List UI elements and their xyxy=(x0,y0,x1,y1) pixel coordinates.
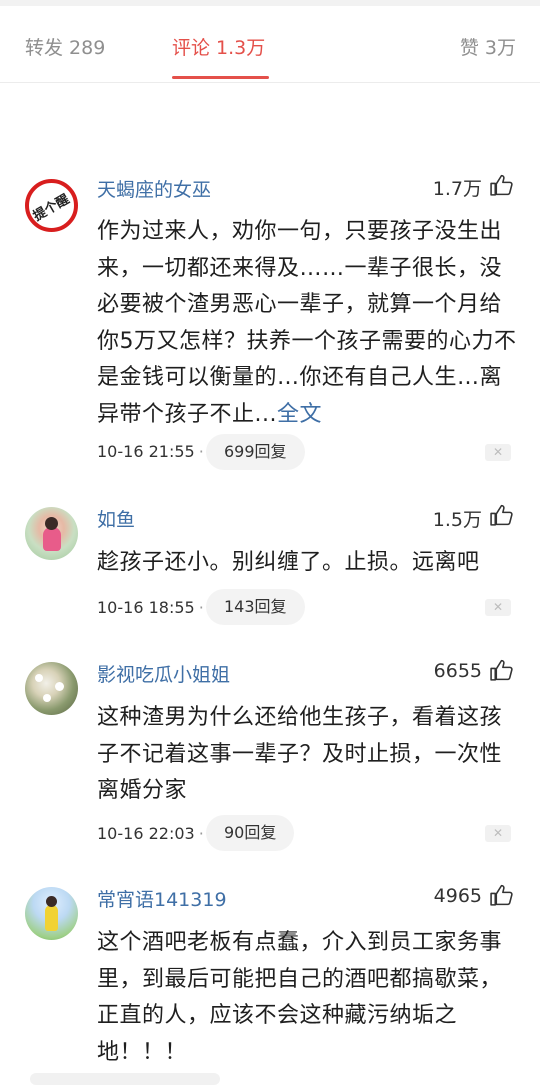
avatar[interactable] xyxy=(25,507,78,560)
comment-text: 趁孩子还小。别纠缠了。止损。远离吧 xyxy=(97,550,480,575)
comment-time: 10-16 21:55 · xyxy=(97,442,204,461)
avatar-flower xyxy=(43,694,51,702)
tab-bar: 转发 289 评论 1.3万 赞 3万 xyxy=(0,6,540,83)
close-icon[interactable]: ✕ xyxy=(485,825,511,842)
thumbs-up-icon[interactable] xyxy=(489,173,514,198)
comment-time-text: 10-16 21:55 xyxy=(97,442,195,461)
avatar-figure xyxy=(43,527,61,551)
tab-comments[interactable]: 评论 1.3万 xyxy=(172,33,265,60)
comment-time-text: 10-16 18:55 xyxy=(97,598,195,617)
avatar-text: 提个醒 xyxy=(30,191,73,225)
comment-username[interactable]: 如鱼 xyxy=(97,505,135,532)
reply-count-button[interactable]: 90回复 xyxy=(206,815,295,851)
comment-time-text: 10-16 22:03 xyxy=(97,824,195,843)
comment-like-count: 4965 xyxy=(433,885,482,907)
comment-like-count: 1.7万 xyxy=(432,178,482,200)
reply-count-button[interactable]: 143回复 xyxy=(206,589,305,625)
reply-count-button[interactable]: 699回复 xyxy=(206,434,305,470)
read-more-link[interactable]: 全文 xyxy=(277,402,322,427)
avatar[interactable] xyxy=(25,662,78,715)
thumbs-up-icon[interactable] xyxy=(489,503,514,528)
thumbs-up-icon[interactable] xyxy=(489,658,514,683)
comment-username[interactable]: 常宵语141319 xyxy=(97,885,227,912)
avatar-head xyxy=(46,896,57,907)
comment-like-count: 6655 xyxy=(433,660,482,682)
avatar-figure xyxy=(45,905,58,931)
close-icon[interactable]: ✕ xyxy=(485,444,511,461)
avatar-flower xyxy=(55,682,64,691)
avatar[interactable]: 提个醒 xyxy=(25,179,78,232)
comment-text: 作为过来人，劝你一句，只要孩子没生出来，一切都还来得及……一辈子很长，没必要被个… xyxy=(97,214,517,433)
avatar-head xyxy=(45,517,58,530)
comment-text: 这种渣男为什么还给他生孩子，看着这孩子不记着这事一辈子？及时止损，一次性离婚分家 xyxy=(97,705,503,803)
thumbs-up-icon[interactable] xyxy=(489,883,514,908)
close-icon[interactable]: ✕ xyxy=(485,599,511,616)
comment-like-count: 1.5万 xyxy=(432,509,482,531)
comment-username[interactable]: 影视吃瓜小姐姐 xyxy=(97,660,230,687)
active-tab-indicator xyxy=(172,76,269,79)
avatar[interactable] xyxy=(25,887,78,940)
avatar-flower xyxy=(35,674,43,682)
comment-time: 10-16 22:03 · xyxy=(97,824,204,843)
tab-likes[interactable]: 赞 3万 xyxy=(460,33,516,60)
comment-time: 10-16 18:55 · xyxy=(97,598,204,617)
partial-reply-pill xyxy=(30,1073,220,1085)
tab-reposts[interactable]: 转发 289 xyxy=(25,33,105,60)
comment-username[interactable]: 天蝎座的女巫 xyxy=(97,175,211,202)
comment-text: 这个酒吧老板有点蠢，介入到员工家务事里，到最后可能把自己的酒吧都搞歇菜，正直的人… xyxy=(97,930,503,1065)
comment-text-content: 作为过来人，劝你一句，只要孩子没生出来，一切都还来得及……一辈子很长，没必要被个… xyxy=(97,219,517,427)
